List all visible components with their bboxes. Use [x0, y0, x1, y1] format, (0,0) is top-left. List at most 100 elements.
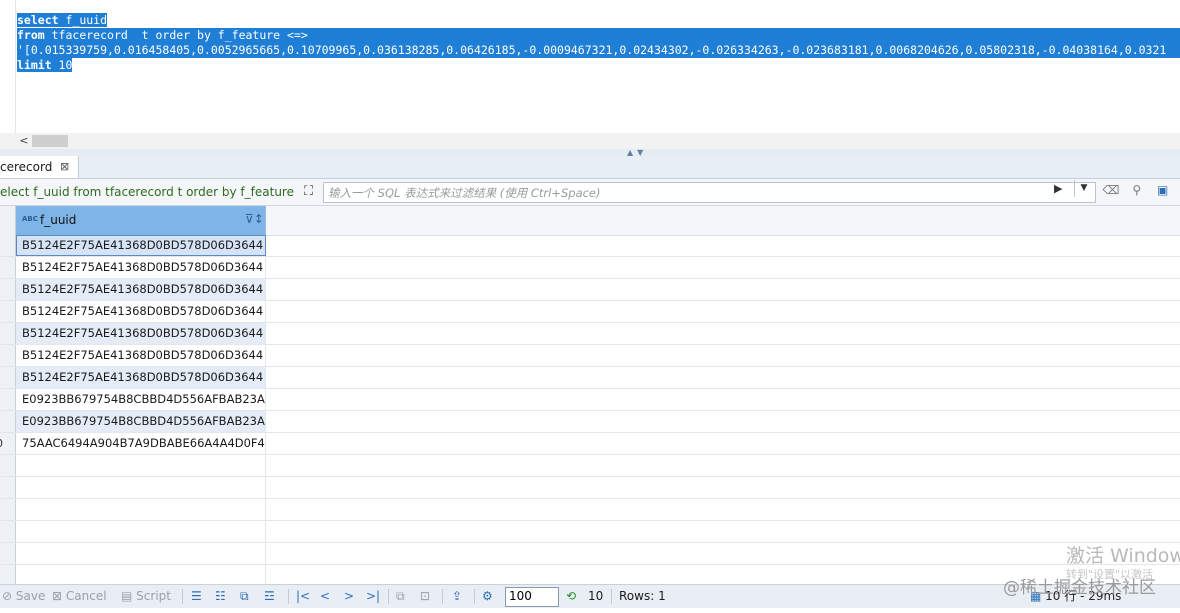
tab-label: cerecord [0, 160, 53, 174]
filter-history-dropdown-icon[interactable]: ▼ [1074, 180, 1093, 197]
prev-page-icon[interactable]: < [320, 585, 330, 608]
table-row[interactable]: B5124E2F75AE41368D0BD578D06D3644 [0, 279, 1180, 301]
expand-icon[interactable]: ⛶ [304, 184, 320, 200]
f-uuid-cell[interactable]: B5124E2F75AE41368D0BD578D06D3644 [16, 345, 266, 366]
panels-icon[interactable]: ⧉ [396, 585, 405, 608]
sql-text: '[0.015339759,0.016458405,0.0052965665,0… [17, 43, 1167, 57]
table-row[interactable]: B5124E2F75AE41368D0BD578D06D3644 [0, 235, 1180, 257]
empty-cell [16, 499, 266, 520]
first-page-icon[interactable]: |< [296, 585, 310, 608]
filter-input-box[interactable] [323, 182, 1096, 203]
f-uuid-cell[interactable]: E0923BB679754B8CBBD4D556AFBAB23A [16, 411, 266, 432]
empty-cell [16, 521, 266, 542]
text-type-icon: ABC [22, 215, 38, 223]
results-grid[interactable]: ABC f_uuid ⊽↕ B5124E2F75AE41368D0BD578D0… [0, 206, 1180, 587]
f-uuid-cell[interactable]: B5124E2F75AE41368D0BD578D06D3644 [16, 257, 266, 278]
table-row[interactable]: E0923BB679754B8CBBD4D556AFBAB23A [0, 389, 1180, 411]
results-toolbar: ⊘ Save ⊠ Cancel ▤ Script ☰ ☷ ⧉ ☲ |< < > … [0, 584, 1180, 608]
script-button[interactable]: ▤ Script [121, 585, 171, 608]
fetch-size-input[interactable] [506, 588, 558, 604]
sql-text: tfacerecord t order by f_feature <=> [44, 28, 308, 42]
close-tab-icon[interactable]: ⊠ [60, 156, 69, 178]
empty-row [0, 477, 1180, 499]
sql-text: f_uuid [58, 13, 108, 27]
layout-icon[interactable]: ⊡ [420, 585, 430, 608]
save-label: Save [15, 589, 46, 603]
table-row[interactable]: B5124E2F75AE41368D0BD578D06D3644 [0, 367, 1180, 389]
execution-status: ▦ 10 行 - 29ms [1030, 587, 1121, 604]
export-icon[interactable]: ⇪ [452, 585, 462, 608]
clear-filter-icon[interactable]: ⌫ [1102, 183, 1120, 197]
save-filter-icon[interactable]: ▣ [1154, 183, 1172, 197]
sql-keyword: limit [17, 58, 52, 72]
delete-row-icon[interactable]: ☲ [264, 585, 275, 608]
fetched-count: 10 [588, 589, 604, 603]
sort-filter-icon[interactable]: ⊽↕ [245, 212, 264, 226]
cancel-button[interactable]: ⊠ Cancel [52, 585, 107, 608]
table-row[interactable]: B5124E2F75AE41368D0BD578D06D3644 [0, 257, 1180, 279]
row-number [0, 367, 15, 388]
script-label: Script [136, 589, 171, 603]
empty-cell [16, 455, 266, 476]
copy-row-icon[interactable]: ⧉ [240, 585, 249, 608]
add-row-icon[interactable]: ☷ [215, 585, 226, 608]
empty-row [0, 455, 1180, 477]
scrollbar-thumb[interactable] [32, 135, 68, 147]
filter-actions: ⌫ ⚲ ▣ [1102, 183, 1176, 197]
tab-results[interactable]: cerecord ⊠ [0, 156, 79, 178]
grid-rows: B5124E2F75AE41368D0BD578D06D3644 B5124E2F… [0, 235, 1180, 587]
empty-row [0, 521, 1180, 543]
next-page-icon[interactable]: > [344, 585, 354, 608]
toolbar-divider [182, 589, 183, 604]
table-row[interactable]: B5124E2F75AE41368D0BD578D06D3644 [0, 301, 1180, 323]
row-number [0, 301, 15, 322]
column-name: f_uuid [40, 213, 77, 227]
f-uuid-cell[interactable]: 75AAC6494A904B7A9DBABE66A4A4D0F4 [16, 433, 266, 454]
row-number [0, 345, 15, 366]
toolbar-divider [442, 589, 443, 604]
f-uuid-cell[interactable]: B5124E2F75AE41368D0BD578D06D3644 [16, 301, 266, 322]
fetch-size-box[interactable] [505, 587, 559, 607]
apply-filter-icon[interactable]: ▶ [1054, 182, 1062, 195]
panel-splitter[interactable]: ▲▼ [0, 148, 1180, 157]
column-header-f-uuid[interactable]: ABC f_uuid ⊽↕ [16, 206, 266, 236]
editor-gutter [0, 0, 16, 135]
row-number [0, 411, 15, 432]
last-page-icon[interactable]: >| [366, 585, 380, 608]
filter-bar: elect f_uuid from tfacerecord t order by… [0, 179, 1180, 206]
row-number [0, 389, 15, 410]
sql-text: 10 [51, 58, 73, 72]
edit-row-icon[interactable]: ☰ [191, 585, 202, 608]
f-uuid-cell[interactable]: B5124E2F75AE41368D0BD578D06D3644 [16, 367, 266, 388]
refresh-icon[interactable]: ⟲ [566, 585, 576, 608]
sql-line-1: select f_uuid [17, 13, 1180, 28]
toolbar-divider [388, 589, 389, 604]
header-filler [266, 206, 1180, 236]
scroll-left-icon[interactable]: < [18, 133, 30, 149]
sql-line-2: from tfacerecord t order by f_feature <=… [17, 28, 1180, 43]
toolbar-divider [288, 589, 289, 604]
active-query-label: elect f_uuid from tfacerecord t order by… [0, 185, 298, 199]
editor-horizontal-scrollbar[interactable]: < [0, 133, 1180, 149]
sql-keyword: from [17, 28, 45, 42]
table-row[interactable]: B5124E2F75AE41368D0BD578D06D3644 [0, 345, 1180, 367]
sql-line-3: '[0.015339759,0.016458405,0.0052965665,0… [17, 43, 1180, 58]
f-uuid-cell[interactable]: B5124E2F75AE41368D0BD578D06D3644 [16, 323, 266, 344]
table-row[interactable]: B5124E2F75AE41368D0BD578D06D3644 [0, 323, 1180, 345]
row-number [0, 279, 15, 300]
sql-editor[interactable]: select f_uuid from tfacerecord t order b… [0, 0, 1180, 135]
f-uuid-cell[interactable]: B5124E2F75AE41368D0BD578D06D3644 [16, 279, 266, 300]
settings-gear-icon[interactable]: ⚙ [482, 585, 493, 608]
table-row[interactable]: E0923BB679754B8CBBD4D556AFBAB23A [0, 411, 1180, 433]
cancel-label: Cancel [65, 589, 107, 603]
sql-keyword: select [17, 13, 59, 27]
save-button[interactable]: ⊘ Save [2, 585, 45, 608]
save-icon: ⊘ [2, 589, 13, 603]
filter-input[interactable] [324, 183, 1052, 202]
row-number: 0 [0, 433, 15, 454]
filter-settings-icon[interactable]: ⚲ [1128, 183, 1146, 197]
f-uuid-cell[interactable]: E0923BB679754B8CBBD4D556AFBAB23A [16, 389, 266, 410]
f-uuid-cell[interactable]: B5124E2F75AE41368D0BD578D06D3644 [16, 235, 266, 256]
table-row[interactable]: 075AAC6494A904B7A9DBABE66A4A4D0F4 [0, 433, 1180, 455]
sql-code[interactable]: select f_uuid from tfacerecord t order b… [17, 13, 1180, 73]
